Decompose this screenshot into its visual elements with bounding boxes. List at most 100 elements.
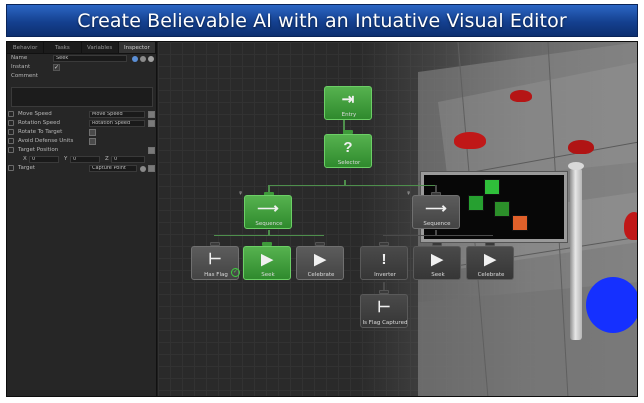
variable-link-icon[interactable] (8, 111, 14, 117)
behavior-tree-graph[interactable]: ⇥ Entry ? Selector ⟶ Sequence ♀ ⟶ Sequen… (158, 42, 637, 396)
play-icon: ▶ (484, 251, 496, 268)
name-label: Name (11, 55, 28, 61)
variable-link-icon[interactable] (8, 129, 14, 135)
rotation-speed-row: Rotation Speed Rotation Speed (7, 119, 157, 128)
sequence-arrow-icon: ⟶ (425, 200, 447, 217)
comment-label: Comment (11, 73, 38, 79)
instant-checkbox[interactable]: ✓ (53, 64, 60, 71)
red-unit (454, 132, 486, 149)
y-label: Y (64, 156, 68, 162)
help-icon[interactable] (140, 56, 146, 62)
sequence-label: Sequence (255, 221, 283, 227)
play-icon: ▶ (431, 251, 443, 268)
target-label: Target (18, 165, 36, 171)
is-flag-captured-label: Is Flag Captured (362, 320, 408, 326)
task-type-icon (132, 56, 138, 62)
entry-icon: ⇥ (341, 91, 355, 108)
cube (468, 195, 484, 211)
entry-label: Entry (341, 112, 357, 118)
banner-title: Create Believable AI with an Intuative V… (77, 9, 567, 32)
inspector-tabs: Behavior Tasks Variables Inspector (7, 42, 156, 54)
connection-line (268, 185, 436, 186)
celebrate-label: Celebrate (307, 272, 335, 278)
gear-icon[interactable] (148, 56, 154, 62)
rotate-to-target-label: Rotate To Target (18, 129, 63, 135)
target-position-row: Target Position (7, 146, 157, 155)
variable-link-icon[interactable] (8, 138, 14, 144)
x-label: X (23, 156, 27, 162)
cube (494, 201, 510, 217)
object-picker-icon[interactable] (140, 166, 146, 172)
cube (484, 179, 500, 195)
tab-behavior[interactable]: Behavior (7, 42, 45, 53)
blue-unit (586, 277, 637, 333)
cube (512, 215, 528, 231)
move-speed-label: Move Speed (18, 111, 52, 117)
play-icon: ▶ (314, 251, 326, 268)
red-unit (568, 140, 594, 154)
entry-node[interactable]: ⇥ Entry (324, 86, 372, 120)
z-label: Z (105, 156, 109, 162)
variable-link-icon[interactable] (8, 120, 14, 126)
selector-node[interactable]: ? Selector (324, 134, 372, 168)
exclamation-icon: ! (381, 250, 387, 268)
tab-variables[interactable]: Variables (82, 42, 119, 53)
celebrate-label: Celebrate (477, 272, 505, 278)
sequence-label: Sequence (423, 221, 451, 227)
move-speed-toggle[interactable] (148, 111, 155, 118)
x-field[interactable]: 0 (29, 156, 59, 163)
name-row: Name Seek (7, 54, 156, 63)
variable-link-icon[interactable] (8, 165, 14, 171)
seek-node[interactable]: ▶ Seek (413, 246, 461, 280)
comment-textarea[interactable] (11, 87, 153, 107)
rotate-to-target-row: Rotate To Target (7, 128, 157, 137)
rotation-speed-dropdown[interactable]: Rotation Speed (89, 120, 145, 127)
breakpoint-icon[interactable]: ♀ (406, 190, 411, 197)
condition-icon: ⊢ (377, 299, 391, 316)
sequence-arrow-icon: ⟶ (257, 200, 279, 217)
y-field[interactable]: 0 (70, 156, 100, 163)
flag-pole-cap (568, 162, 584, 170)
title-banner: Create Believable AI with an Intuative V… (6, 4, 638, 37)
connection-line (214, 235, 324, 236)
target-position-toggle[interactable] (148, 147, 155, 154)
celebrate-node[interactable]: ▶ Celebrate (466, 246, 514, 280)
breakpoint-icon[interactable]: ♀ (238, 190, 243, 197)
red-unit (510, 90, 532, 102)
instant-label: Instant (11, 64, 31, 70)
inspector-panel: Behavior Tasks Variables Inspector Name … (7, 42, 157, 396)
target-row: Target Capture Point (7, 164, 157, 173)
avoid-defense-units-checkbox[interactable] (89, 138, 96, 145)
seek-node[interactable]: ▶ Seek (243, 246, 291, 280)
sequence-node[interactable]: ⟶ Sequence (244, 195, 292, 229)
tab-inspector[interactable]: Inspector (118, 42, 156, 53)
celebrate-node[interactable]: ▶ Celebrate (296, 246, 344, 280)
target-position-label: Target Position (18, 147, 59, 153)
avoid-defense-units-label: Avoid Defense Units (18, 138, 74, 144)
comment-row: Comment (7, 72, 156, 81)
instant-row: Instant ✓ (7, 63, 156, 72)
question-icon: ? (343, 138, 353, 156)
flag-pole (570, 168, 582, 340)
avoid-defense-units-row: Avoid Defense Units (7, 137, 157, 146)
target-object-field[interactable]: Capture Point (89, 165, 137, 172)
z-field[interactable]: 0 (111, 156, 145, 163)
selector-label: Selector (337, 160, 361, 166)
editor-screenshot: Behavior Tasks Variables Inspector Name … (6, 41, 638, 397)
target-toggle[interactable] (148, 165, 155, 172)
red-unit (624, 212, 637, 240)
tab-tasks[interactable]: Tasks (44, 42, 82, 53)
move-speed-dropdown[interactable]: Move Speed (89, 111, 145, 118)
connection-line (435, 230, 437, 236)
play-icon: ▶ (261, 251, 273, 268)
variable-link-icon[interactable] (8, 147, 14, 153)
target-position-xyz-row: X 0 Y 0 Z 0 (7, 155, 157, 164)
move-speed-row: Move Speed Move Speed (7, 110, 157, 119)
rotate-to-target-checkbox[interactable] (89, 129, 96, 136)
is-flag-captured-node[interactable]: ⊢ Is Flag Captured (360, 294, 408, 328)
inverter-node[interactable]: ! Inverter (360, 246, 408, 280)
rotation-speed-label: Rotation Speed (18, 120, 60, 126)
sequence-node[interactable]: ⟶ Sequence (412, 195, 460, 229)
rotation-speed-toggle[interactable] (148, 120, 155, 127)
name-field[interactable]: Seek (53, 55, 127, 62)
